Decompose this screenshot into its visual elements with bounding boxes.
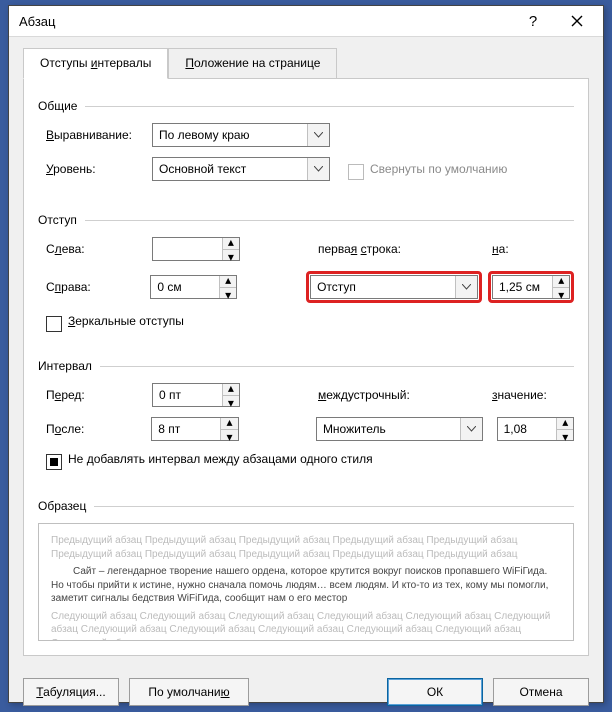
chevron-down-icon [460,418,482,440]
indent-left-spin[interactable]: ▴▾ [152,237,240,261]
at-spin[interactable]: ▴▾ [497,417,574,441]
row-spacing-before: Перед: ▴▾ междустрочный: значение: [46,383,574,407]
indent-right-spin[interactable]: ▴▾ [150,275,237,299]
before-input[interactable] [153,384,222,406]
section-preview: Образец [38,499,574,513]
before-label: Перед: [46,388,152,402]
preview-prev: Предыдущий абзац Предыдущий абзац Предыд… [51,534,561,561]
noadd-checkbox[interactable] [46,454,62,470]
linespacing-combo[interactable]: Множитель [316,417,483,441]
indent-right-label: Справа: [46,280,150,294]
collapsed-checkbox [348,164,364,180]
chevron-down-icon [307,124,329,146]
row-indent-right: Справа: ▴▾ Отступ ▴▾ [46,271,574,303]
tab-content: Общие Выравнивание: По левому краю Урове… [23,78,589,656]
dialog-title: Абзац [19,14,511,29]
level-combo[interactable]: Основной текст [152,157,330,181]
indent-left-input[interactable] [153,238,222,260]
after-label: После: [46,422,151,436]
by-label: на: [492,242,574,256]
preview-box: Предыдущий абзац Предыдущий абзац Предыд… [38,523,574,641]
paragraph-dialog: Абзац ? Отступы интервалы Положение на с… [8,5,604,703]
row-alignment: Выравнивание: По левому краю [46,123,574,147]
firstline-label: первая строка: [318,242,492,256]
collapsed-label: Свернуты по умолчанию [370,162,507,176]
indent-by-spin[interactable]: ▴▾ [492,275,570,299]
help-button[interactable]: ? [511,6,555,36]
noadd-label: Не добавлять интервал между абзацами одн… [68,452,373,466]
alignment-combo[interactable]: По левому краю [152,123,330,147]
spinner-arrows[interactable]: ▴▾ [219,276,236,298]
titlebar: Абзац ? [9,6,603,37]
mirror-checkbox[interactable] [46,316,62,332]
indent-by-input[interactable] [493,276,552,298]
row-mirror: Зеркальные отступы [46,313,574,329]
after-input[interactable] [152,418,220,440]
indent-left-label: Слева: [46,242,152,256]
highlight-firstline: Отступ [306,271,482,303]
tabstrip: Отступы интервалы Положение на странице [23,47,589,78]
row-level: Уровень: Основной текст Свернуты по умол… [46,157,574,181]
spinner-arrows[interactable]: ▴▾ [222,238,239,260]
at-input[interactable] [498,418,557,440]
section-general: Общие [38,99,574,113]
spinner-arrows[interactable]: ▴▾ [552,276,569,298]
section-spacing: Интервал [38,359,574,373]
chevron-down-icon [455,276,477,298]
spinner-arrows[interactable]: ▴▾ [222,384,239,406]
chevron-down-icon [307,158,329,180]
level-label: Уровень: [46,162,152,176]
ok-button[interactable]: ОК [387,678,483,706]
alignment-label: Выравнивание: [46,128,152,142]
dialog-footer: Табуляция... По умолчанию ОК Отмена [9,668,603,712]
row-spacing-after: После: ▴▾ Множитель ▴▾ [46,417,574,441]
row-noadd: Не добавлять интервал между абзацами одн… [46,451,574,467]
spinner-arrows[interactable]: ▴▾ [220,418,237,440]
cancel-button[interactable]: Отмена [493,678,589,706]
section-indent: Отступ [38,213,574,227]
indent-right-input[interactable] [151,276,219,298]
highlight-by: ▴▾ [488,271,574,303]
preview-next: Следующий абзац Следующий абзац Следующи… [51,610,561,642]
close-button[interactable] [555,6,599,36]
dialog-body: Отступы интервалы Положение на странице … [9,37,603,668]
row-indent-left: Слева: ▴▾ первая строка: на: [46,237,574,261]
at-label: значение: [492,388,574,402]
close-icon [571,15,583,27]
preview-sample: Сайт – легендарное творение нашего орден… [51,565,561,606]
firstline-combo[interactable]: Отступ [310,275,478,299]
mirror-label: Зеркальные отступы [68,314,184,328]
before-spin[interactable]: ▴▾ [152,383,240,407]
spinner-arrows[interactable]: ▴▾ [556,418,573,440]
after-spin[interactable]: ▴▾ [151,417,238,441]
default-button[interactable]: По умолчанию [129,678,249,706]
tab-indents-spacing[interactable]: Отступы интервалы [23,48,168,79]
tab-line-page-breaks[interactable]: Положение на странице [168,48,337,79]
tabs-button[interactable]: Табуляция... [23,678,119,706]
linespacing-label: междустрочный: [318,388,492,402]
